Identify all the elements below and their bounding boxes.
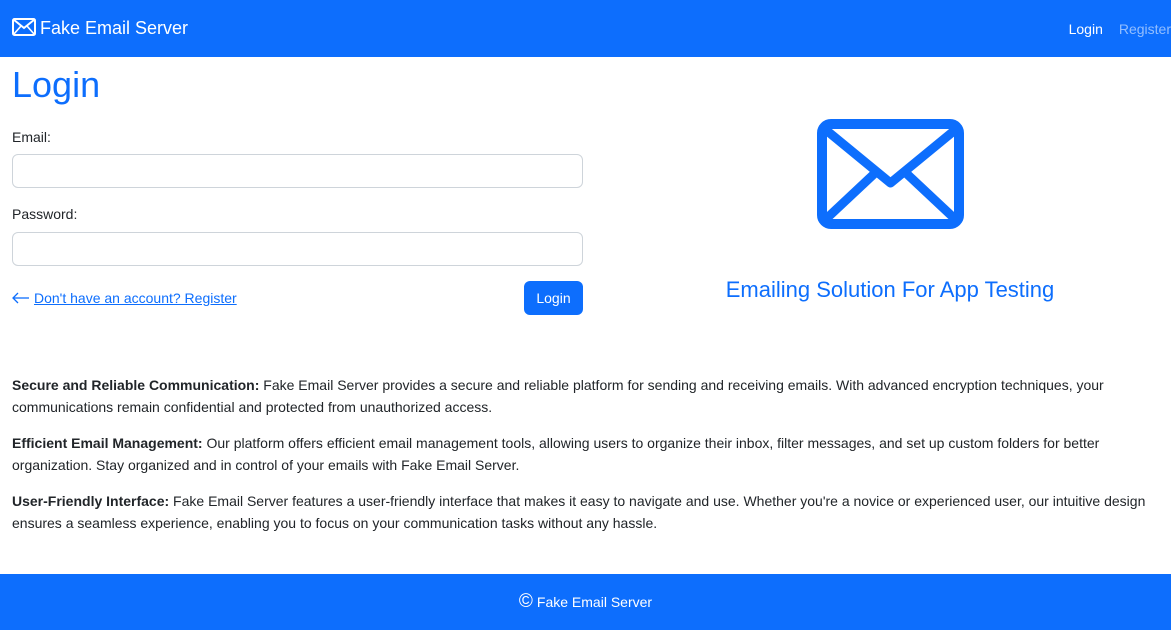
arrow-left-icon xyxy=(12,292,29,304)
login-button[interactable]: Login xyxy=(524,281,583,315)
register-link[interactable]: Don't have an account? Register xyxy=(12,290,237,306)
feature-title: Secure and Reliable Communication: xyxy=(12,377,260,393)
page-title: Login xyxy=(12,64,101,105)
navbar: Fake Email Server Login Register xyxy=(0,0,1171,57)
feature-secure: Secure and Reliable Communication: Fake … xyxy=(12,374,1164,418)
envelope-icon xyxy=(12,17,36,36)
email-label: Email: xyxy=(12,129,51,145)
feature-text: Fake Email Server features a user-friend… xyxy=(12,493,1146,531)
footer-text: Fake Email Server xyxy=(536,594,653,610)
features-section: Secure and Reliable Communication: Fake … xyxy=(12,374,1164,548)
nav-login-link[interactable]: Login xyxy=(1061,21,1111,37)
feature-title: User-Friendly Interface: xyxy=(12,493,170,509)
brand-link[interactable]: Fake Email Server xyxy=(12,17,189,39)
copyright-icon: © xyxy=(518,591,533,612)
email-field[interactable] xyxy=(12,154,583,188)
password-field[interactable] xyxy=(12,232,583,266)
brand-name: Fake Email Server xyxy=(40,18,189,38)
feature-interface: User-Friendly Interface: Fake Email Serv… xyxy=(12,490,1164,534)
feature-management: Efficient Email Management: Our platform… xyxy=(12,432,1164,476)
password-label: Password: xyxy=(12,206,78,222)
register-link-label: Don't have an account? Register xyxy=(34,290,237,306)
footer: © Fake Email Server xyxy=(0,574,1171,630)
feature-title: Efficient Email Management: xyxy=(12,435,203,451)
envelope-icon xyxy=(817,119,964,229)
hero-tagline: Emailing Solution For App Testing xyxy=(725,277,1055,302)
nav-register-link[interactable]: Register xyxy=(1111,21,1171,37)
nav-links: Login Register xyxy=(1061,0,1171,57)
